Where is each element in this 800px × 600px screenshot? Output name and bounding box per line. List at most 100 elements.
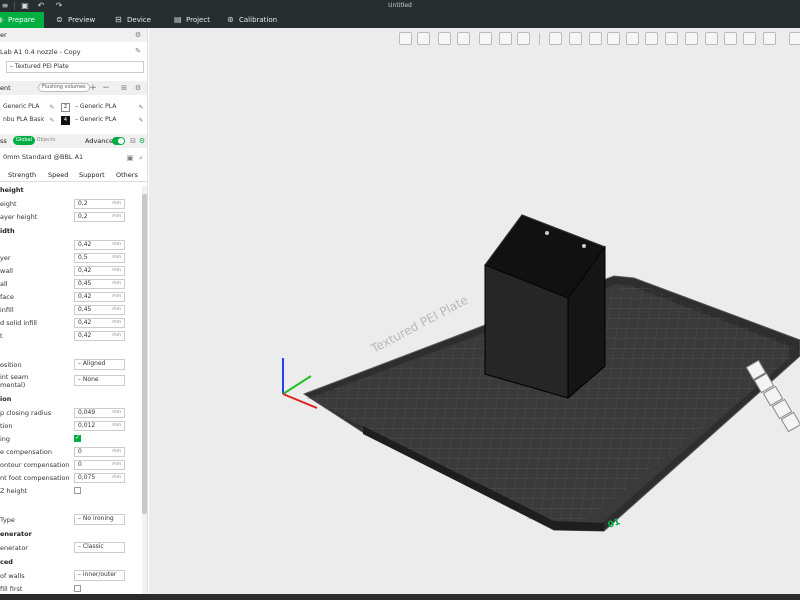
filament-slot-2-index[interactable]: 2 — [61, 103, 70, 112]
process-preset-select[interactable]: 0mm Standard @BBL A1 — [0, 153, 120, 163]
default-line-width-input[interactable]: 0,42 mm — [74, 240, 125, 250]
process-settings-icon[interactable]: ⚙ — [138, 137, 146, 145]
resolution-input[interactable]: 0,012 mm — [74, 421, 125, 431]
field-value: 0,049 — [78, 409, 96, 416]
scarf-seam-label: int seam mental) — [0, 373, 29, 389]
edit-printer-icon[interactable]: ✎ — [134, 47, 142, 55]
layer-height-input[interactable]: 0,2 mm — [74, 199, 125, 209]
elephant-foot-compensation-input[interactable]: 0,075 mm — [74, 473, 125, 483]
wall-generator-label: enerator — [0, 544, 28, 552]
outer-wall-line-width-input[interactable]: 0,42 mm — [74, 266, 125, 276]
subtab-speed[interactable]: Speed — [48, 171, 68, 179]
global-toggle[interactable]: Global — [13, 136, 35, 145]
field-value: Aligned — [82, 360, 106, 367]
filament-section-header: ent Flushing volumes + − ⊞ ⚙ — [0, 81, 147, 95]
infill-first-label: fill first — [0, 585, 23, 593]
precise-z-height-checkbox[interactable] — [74, 487, 81, 494]
filament-slot-4-index[interactable]: 4 — [61, 116, 70, 125]
advanced-toggle[interactable] — [112, 137, 125, 145]
printer-settings-icon[interactable]: ⚙ — [134, 31, 142, 39]
flushing-volumes-button[interactable]: Flushing volumes — [38, 83, 90, 92]
filament-slot-3-name[interactable]: nbu PLA Basic — [0, 116, 44, 126]
ironing-type-select[interactable]: – No ironing — [74, 514, 125, 525]
filament-slot-4-name[interactable]: – Generic PLA — [72, 116, 132, 126]
field-value: 0 — [78, 461, 82, 468]
model-object[interactable] — [484, 214, 606, 400]
edit-filament-icon[interactable]: ✎ — [48, 117, 56, 125]
scrollbar-thumb[interactable] — [142, 194, 147, 514]
sparse-infill-line-width-input[interactable]: 0,45 mm — [74, 305, 125, 315]
xy-contour-compensation-input[interactable]: 0 mm — [74, 460, 125, 470]
wall-generator-select[interactable]: – Classic — [74, 542, 125, 553]
bottom-status-strip — [0, 594, 800, 600]
filament-slot-1-name[interactable]: Generic PLA — [0, 103, 44, 113]
filament-settings-icon[interactable]: ⚙ — [134, 84, 142, 92]
tab-calibration[interactable]: ⊛ Calibration — [225, 12, 285, 28]
filament-slot-2-name[interactable]: – Generic PLA — [72, 103, 132, 113]
sync-filament-icon[interactable]: ⊞ — [120, 84, 128, 92]
field-unit: mm — [112, 201, 121, 206]
field-unit: mm — [112, 242, 121, 247]
scarf-seam-select[interactable]: – None — [74, 375, 125, 386]
tab-preview[interactable]: ⊜ Preview — [54, 12, 104, 28]
infill-first-checkbox[interactable] — [74, 585, 81, 592]
tab-device[interactable]: ⊟ Device — [113, 12, 163, 28]
field-value: No ironing — [82, 515, 114, 522]
filament-name: Generic PLA — [79, 103, 117, 110]
field-value: None — [82, 376, 99, 383]
order-of-walls-select[interactable]: – inner/outer — [74, 570, 125, 581]
objects-toggle[interactable]: Objects — [35, 136, 57, 145]
top-surface-line-width-label: face — [0, 293, 14, 301]
edit-filament-icon[interactable]: ✎ — [48, 104, 56, 112]
search-icon[interactable]: ⌕ — [137, 154, 145, 162]
seam-position-select[interactable]: – Aligned — [74, 359, 125, 370]
internal-solid-infill-line-width-input[interactable]: 0,42 mm — [74, 318, 125, 328]
support-line-width-input[interactable]: 0,42 mm — [74, 331, 125, 341]
plate-type-select[interactable]: – Textured PEI Plate — [6, 61, 144, 73]
printer-name[interactable]: Lab A1 0.4 nozzle - Copy — [0, 48, 81, 56]
y-axis — [282, 375, 312, 395]
field-value: 0,42 — [78, 267, 92, 274]
subtab-others[interactable]: Others — [116, 171, 138, 179]
build-plate-scene[interactable]: Textured PEI Plate 01 — [149, 28, 800, 600]
field-value: 0,42 — [78, 319, 92, 326]
edit-filament-icon[interactable]: ✎ — [137, 104, 145, 112]
precise-z-height-label: Z height — [0, 487, 28, 495]
field-value: 0 — [78, 448, 82, 455]
subtab-support[interactable]: Support — [79, 171, 105, 179]
settings-scrollbar[interactable] — [142, 186, 147, 598]
field-value: 0,075 — [78, 474, 96, 481]
sparse-infill-line-width-label: infill — [0, 306, 14, 314]
save-preset-icon[interactable]: ▣ — [126, 154, 134, 162]
tab-project[interactable]: ▤ Project — [172, 12, 222, 28]
xy-hole-compensation-input[interactable]: 0 mm — [74, 447, 125, 457]
initial-layer-height-input[interactable]: 0,2 mm — [74, 212, 125, 222]
field-unit: mm — [112, 320, 121, 325]
slice-gap-closing-radius-input[interactable]: 0,049 mm — [74, 408, 125, 418]
compare-icon[interactable]: ⊟ — [129, 137, 137, 145]
initial-layer-height-label: ayer height — [0, 213, 38, 221]
field-value: 0,42 — [78, 293, 92, 300]
field-unit: mm — [112, 462, 121, 467]
ironing-type-label: Type — [0, 516, 15, 524]
field-value: 0,5 — [78, 254, 88, 261]
top-surface-line-width-input[interactable]: 0,42 mm — [74, 292, 125, 302]
tab-label: Device — [127, 16, 151, 24]
first-layer-line-width-input[interactable]: 0,5 mm — [74, 253, 125, 263]
inner-wall-line-width-input[interactable]: 0,45 mm — [74, 279, 125, 289]
field-value: 0,012 — [78, 422, 96, 429]
tab-prepare[interactable]: ◉ Prepare — [0, 12, 44, 28]
arc-fitting-checkbox[interactable] — [74, 434, 81, 442]
3d-viewport[interactable]: Textured PEI Plate 01 — [149, 28, 800, 600]
title-bar: ≡ ▣ ↶ ↷ Untitled — [0, 0, 800, 12]
project-icon: ▤ — [174, 15, 182, 24]
subtab-quality[interactable] — [0, 171, 6, 179]
remove-filament-icon[interactable]: − — [102, 84, 110, 93]
layer-height-section-title: height — [0, 186, 24, 194]
outer-wall-line-width-label: wall — [0, 267, 13, 275]
add-filament-icon[interactable]: + — [89, 84, 97, 93]
calibration-icon: ⊛ — [227, 15, 234, 24]
edit-filament-icon[interactable]: ✎ — [137, 117, 145, 125]
subtab-strength[interactable]: Strength — [8, 171, 36, 179]
arc-fitting-label: ing — [0, 435, 11, 443]
